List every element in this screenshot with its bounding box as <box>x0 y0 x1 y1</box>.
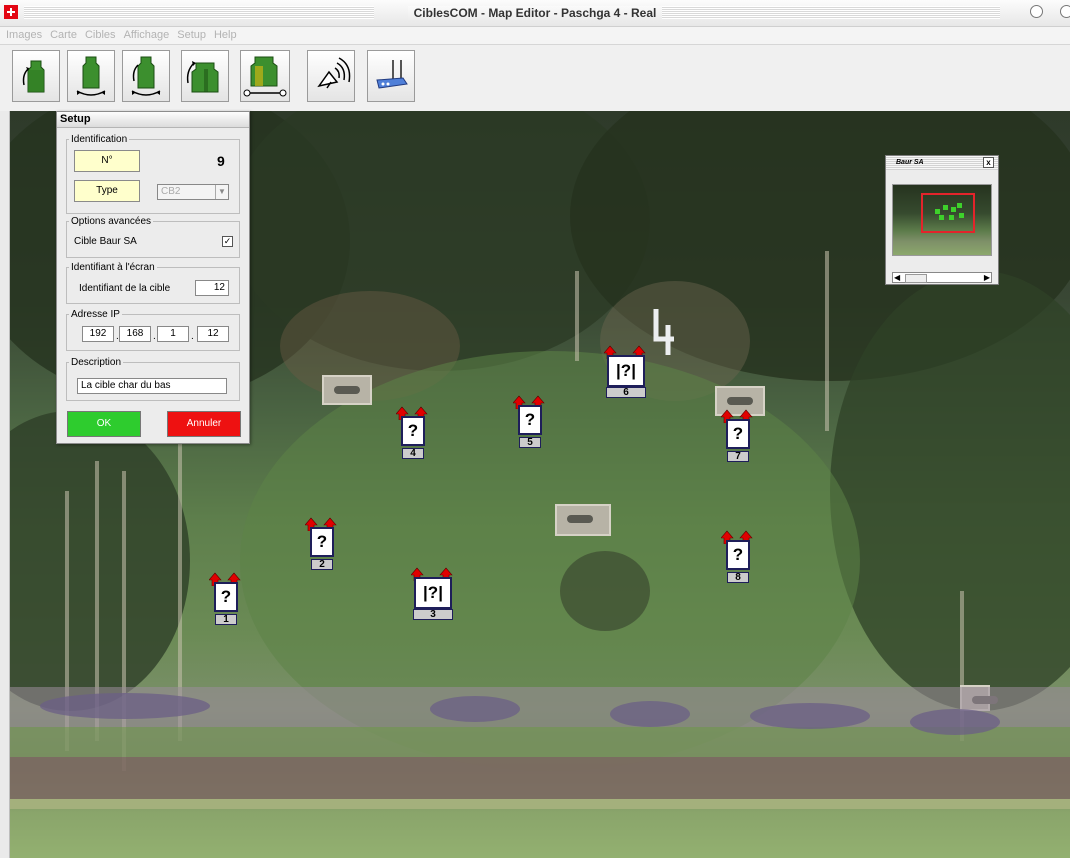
thumb-target-marker <box>959 213 964 218</box>
menu-images[interactable]: Images <box>0 27 46 43</box>
overview-title-bar[interactable]: Baur SA x <box>886 156 998 170</box>
static-target-board <box>555 504 611 536</box>
wireless-button[interactable] <box>307 50 355 102</box>
description-legend: Description <box>71 357 122 368</box>
type-select[interactable]: CB2 ▼ <box>157 184 229 200</box>
menu-carte[interactable]: Carte <box>46 27 81 43</box>
flower-patch <box>750 703 870 729</box>
forest-area <box>10 411 190 711</box>
flower-patch <box>430 696 520 722</box>
viewport-rectangle[interactable] <box>921 193 975 233</box>
minimize-button[interactable] <box>1030 5 1043 18</box>
screen-id-input[interactable]: 12 <box>195 280 229 296</box>
ok-button[interactable]: OK <box>67 411 141 437</box>
scroll-right-icon[interactable]: ▶ <box>984 273 990 282</box>
target-body: ? <box>726 419 750 449</box>
target-number-label: 1 <box>215 614 237 625</box>
antenna-icon <box>317 57 351 89</box>
maximize-button[interactable] <box>1060 5 1070 18</box>
setup-dialog: Setup Identification N° 9 Type CB2 ▼ Opt… <box>56 111 250 444</box>
ip-separator: . <box>191 331 194 342</box>
scroll-left-icon[interactable]: ◀ <box>894 273 900 282</box>
toolbar <box>0 44 1070 112</box>
grass-strip <box>10 799 1070 809</box>
target-number-label: 7 <box>727 451 749 462</box>
static-target-board <box>322 375 372 405</box>
router-icon <box>376 60 408 89</box>
left-border <box>0 111 10 858</box>
bush <box>560 551 650 631</box>
window-title: CiblesCOM - Map Editor - Paschga 4 - Rea… <box>0 6 1070 20</box>
rotate-move-target-button[interactable] <box>122 50 170 102</box>
thumb-target-marker <box>943 205 948 210</box>
target-body: |?| <box>607 355 645 387</box>
rotate-target-icon <box>22 60 45 93</box>
overview-window: Baur SA x ◀ ▶ <box>885 155 999 285</box>
target-number-label: 3 <box>413 609 453 620</box>
screen-id-label: Identifiant de la cible <box>79 283 171 294</box>
dirt-path <box>10 757 1070 799</box>
group-rail-icon <box>243 56 287 97</box>
group-on-rail-button[interactable] <box>240 50 290 102</box>
thumb-target-marker <box>957 203 962 208</box>
rotate-group-button[interactable] <box>181 50 229 102</box>
target-number-label: 8 <box>727 572 749 583</box>
ip-octet-1[interactable]: 192 <box>82 326 114 342</box>
ip-separator: . <box>153 331 156 342</box>
ip-octet-3[interactable]: 1 <box>157 326 189 342</box>
menu-affichage[interactable]: Affichage <box>120 27 174 43</box>
target-body: ? <box>214 582 238 612</box>
rotate-target-left-button[interactable] <box>12 50 60 102</box>
group-rotate-icon <box>186 61 219 93</box>
overview-title: Baur SA <box>896 159 924 166</box>
ip-address-legend: Adresse IP <box>71 309 120 320</box>
ip-octet-2[interactable]: 168 <box>119 326 151 342</box>
target-body: |?| <box>414 577 452 609</box>
target-body: ? <box>310 527 334 557</box>
distance-marker-sign <box>653 309 674 355</box>
flower-patch <box>40 693 210 719</box>
target-body: ? <box>726 540 750 570</box>
target-number-label: 6 <box>606 387 646 398</box>
chevron-down-icon: ▼ <box>215 185 228 199</box>
move-target-button[interactable] <box>67 50 115 102</box>
screen-id-legend: Identifiant à l'écran <box>71 262 155 273</box>
thumb-target-marker <box>951 207 956 212</box>
target-move-icon <box>76 56 106 96</box>
identification-legend: Identification <box>71 134 128 145</box>
overview-scrollbar[interactable]: ◀ ▶ <box>892 272 992 283</box>
identification-group: Identification <box>66 134 240 214</box>
menu-cibles[interactable]: Cibles <box>81 27 120 43</box>
number-value: 9 <box>217 153 225 169</box>
target-number-label: 4 <box>402 448 424 459</box>
overview-close-button[interactable]: x <box>983 157 994 168</box>
target-body: ? <box>401 416 425 446</box>
target-body: ? <box>518 405 542 435</box>
baur-label: Cible Baur SA <box>74 236 137 247</box>
overview-thumbnail[interactable] <box>892 184 992 256</box>
setup-dialog-title[interactable]: Setup <box>57 112 249 128</box>
flower-patch <box>610 701 690 727</box>
description-input[interactable]: La cible char du bas <box>77 378 227 394</box>
target-number-label: 2 <box>311 559 333 570</box>
target-number-label: 5 <box>519 437 541 448</box>
menu-help[interactable]: Help <box>210 27 241 43</box>
advanced-options-legend: Options avancées <box>71 216 152 227</box>
grass-band <box>10 727 1070 757</box>
number-label: N° <box>74 150 140 172</box>
baur-checkbox[interactable]: ✓ <box>222 236 233 247</box>
title-bar: CiblesCOM - Map Editor - Paschga 4 - Rea… <box>0 0 1070 27</box>
ip-octet-4[interactable]: 12 <box>197 326 229 342</box>
thumb-target-marker <box>935 209 940 214</box>
flower-patch <box>910 709 1000 735</box>
thumb-target-marker <box>949 215 954 220</box>
menu-bar: Images Carte Cibles Affichage Setup Help <box>0 27 1070 44</box>
target-rotate-move-icon <box>131 56 161 96</box>
router-button[interactable] <box>367 50 415 102</box>
type-label: Type <box>74 180 140 202</box>
menu-setup[interactable]: Setup <box>173 27 210 43</box>
cancel-button[interactable]: Annuler <box>167 411 241 437</box>
thumb-target-marker <box>939 215 944 220</box>
scroll-thumb[interactable] <box>905 274 927 283</box>
